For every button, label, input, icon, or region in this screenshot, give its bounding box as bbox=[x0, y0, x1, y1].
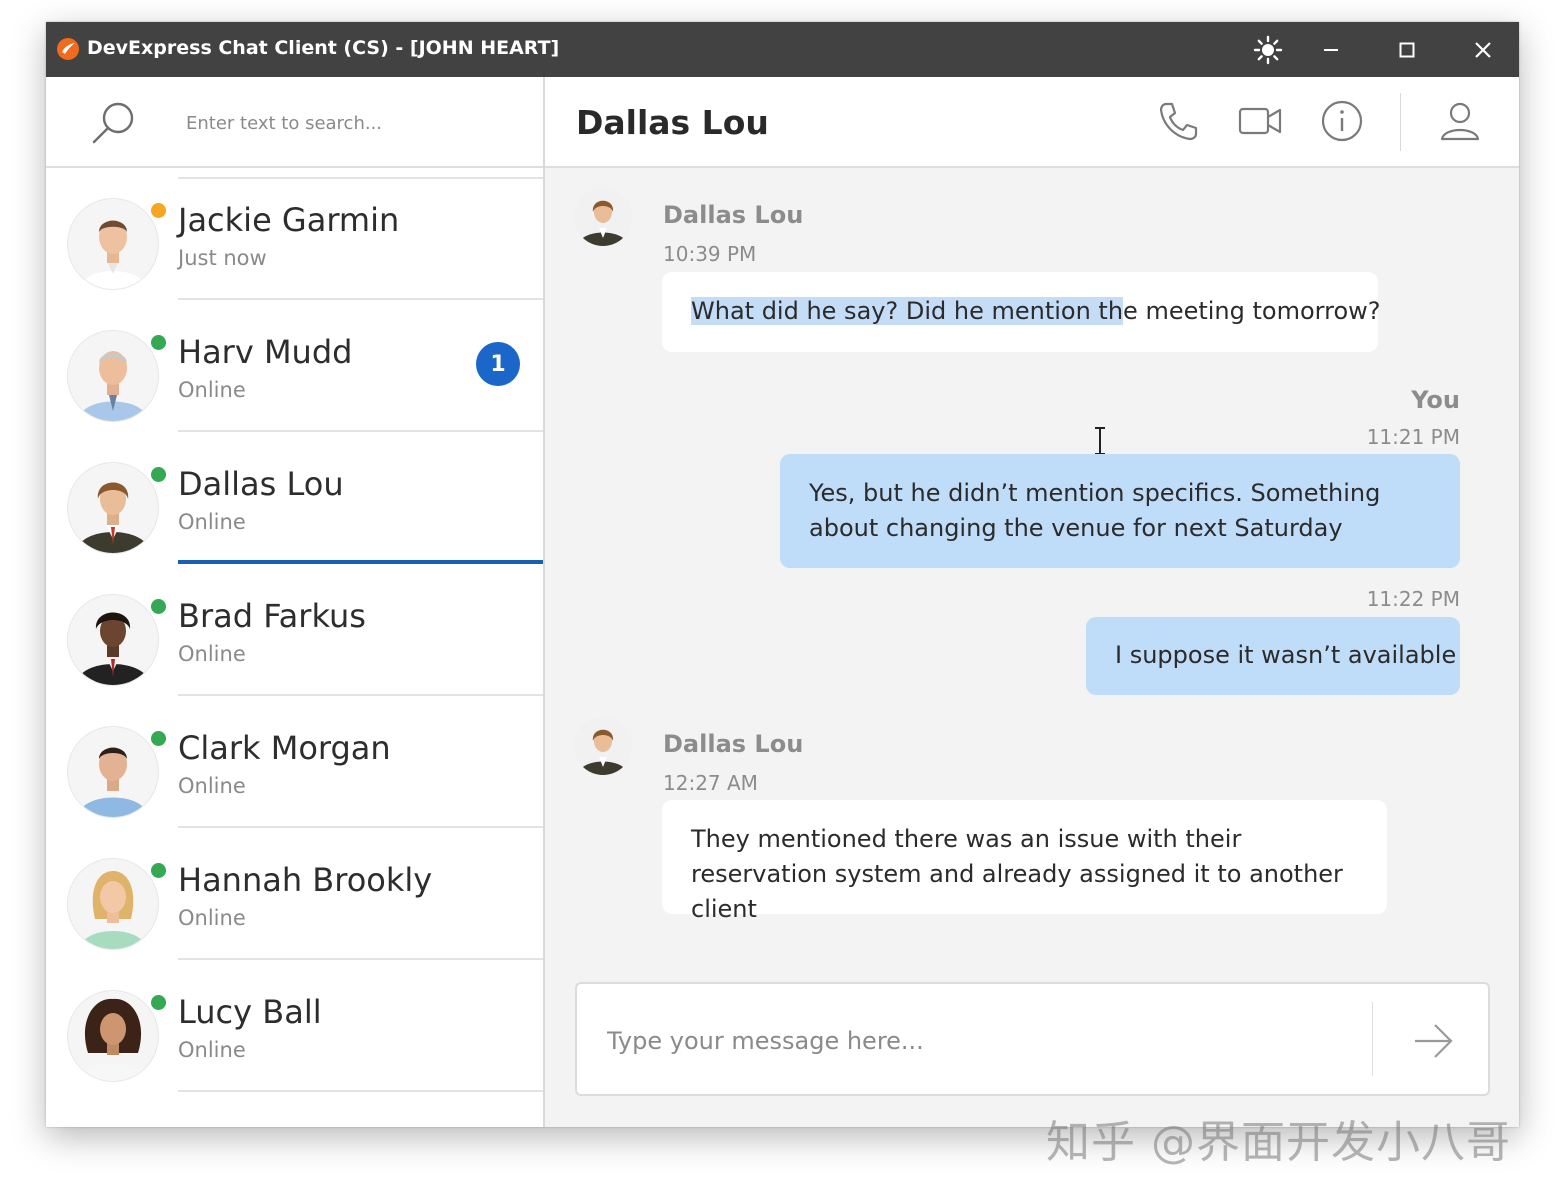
message-text: e meeting tomorrow? bbox=[1123, 297, 1381, 325]
selected-text: What did he say? Did he mention th bbox=[691, 297, 1124, 325]
text-cursor-icon bbox=[1095, 427, 1105, 455]
message-bubble-incoming[interactable]: They mentioned there was an issue with t… bbox=[662, 800, 1387, 923]
contact-item-hannah-brookly[interactable]: Hannah Brookly Online bbox=[46, 828, 543, 960]
avatar bbox=[68, 991, 158, 1081]
contact-name: Dallas Lou bbox=[178, 465, 344, 503]
composer-divider bbox=[1372, 1002, 1373, 1076]
presence-indicator bbox=[149, 201, 168, 220]
presence-indicator bbox=[149, 729, 168, 748]
header-divider bbox=[1400, 93, 1401, 151]
send-arrow-icon[interactable] bbox=[1409, 1016, 1459, 1066]
avatar bbox=[68, 331, 158, 421]
close-button[interactable] bbox=[1454, 22, 1512, 77]
contact-name: Hannah Brookly bbox=[178, 861, 433, 899]
minimize-icon bbox=[1324, 48, 1338, 51]
chat-header: Dallas Lou bbox=[545, 77, 1519, 168]
contact-status: Online bbox=[178, 510, 246, 534]
presence-indicator bbox=[149, 465, 168, 484]
message-time: 11:22 PM bbox=[1366, 587, 1460, 611]
message-time: 12:27 AM bbox=[663, 771, 758, 795]
search-bar bbox=[46, 77, 543, 168]
chat-window: DevExpress Chat Client (CS) - [JOHN HEAR… bbox=[46, 22, 1519, 1127]
contact-name: Harv Mudd bbox=[178, 333, 353, 371]
message-bubble-incoming[interactable]: What did he say? Did he mention the meet… bbox=[662, 272, 1381, 352]
contact-item-dallas-lou[interactable]: Dallas Lou Online bbox=[46, 432, 543, 564]
sender-avatar bbox=[574, 188, 632, 246]
maximize-button[interactable] bbox=[1378, 22, 1436, 77]
sender-avatar bbox=[574, 717, 632, 775]
message-bubble-outgoing[interactable]: Yes, but he didn’t mention specifics. So… bbox=[780, 454, 1460, 568]
message-author: Dallas Lou bbox=[663, 201, 804, 229]
contact-name: Jackie Garmin bbox=[178, 201, 400, 239]
contact-item-clark-morgan[interactable]: Clark Morgan Online bbox=[46, 696, 543, 828]
app-logo-icon bbox=[57, 38, 79, 60]
phone-icon[interactable] bbox=[1157, 99, 1201, 143]
user-profile-icon[interactable] bbox=[1438, 99, 1482, 143]
contact-item-harv-mudd[interactable]: Harv Mudd Online 1 bbox=[46, 300, 543, 432]
contact-status: Online bbox=[178, 642, 246, 666]
sun-icon bbox=[1253, 35, 1283, 64]
row-divider bbox=[178, 1090, 543, 1092]
contacts-sidebar: Jackie Garmin Just now Harv Mudd Online … bbox=[46, 77, 545, 1127]
avatar bbox=[68, 727, 158, 817]
message-composer bbox=[575, 982, 1490, 1096]
info-icon[interactable] bbox=[1320, 99, 1364, 143]
message-author: You bbox=[1411, 386, 1460, 414]
theme-toggle-button[interactable] bbox=[1239, 22, 1297, 77]
contact-status: Just now bbox=[178, 246, 267, 270]
close-icon bbox=[1475, 41, 1491, 58]
message-author: Dallas Lou bbox=[663, 730, 804, 758]
avatar bbox=[68, 463, 158, 553]
presence-indicator bbox=[149, 597, 168, 616]
title-bar: DevExpress Chat Client (CS) - [JOHN HEAR… bbox=[46, 22, 1519, 77]
avatar bbox=[68, 595, 158, 685]
window-title: DevExpress Chat Client (CS) - [JOHN HEAR… bbox=[87, 37, 560, 59]
search-input[interactable] bbox=[184, 105, 508, 141]
contact-status: Online bbox=[178, 906, 246, 930]
maximize-icon bbox=[1399, 42, 1415, 57]
contact-item-brad-farkus[interactable]: Brad Farkus Online bbox=[46, 564, 543, 696]
presence-indicator bbox=[149, 333, 168, 352]
avatar bbox=[68, 859, 158, 949]
watermark-text: 知乎 @界面开发小八哥 bbox=[1046, 1117, 1511, 1168]
contact-item-lucy-ball[interactable]: Lucy Ball Online bbox=[46, 960, 543, 1092]
video-camera-icon[interactable] bbox=[1238, 99, 1282, 143]
message-input[interactable] bbox=[605, 1018, 1349, 1064]
message-time: 10:39 PM bbox=[663, 242, 757, 266]
contact-status: Online bbox=[178, 378, 246, 402]
minimize-button[interactable] bbox=[1302, 22, 1360, 77]
contact-status: Online bbox=[178, 1038, 246, 1062]
contact-name: Lucy Ball bbox=[178, 993, 322, 1031]
avatar bbox=[68, 199, 158, 289]
contact-name: Clark Morgan bbox=[178, 729, 391, 767]
presence-indicator bbox=[149, 993, 168, 1012]
contact-name: Brad Farkus bbox=[178, 597, 366, 635]
search-icon[interactable] bbox=[90, 99, 138, 147]
chat-title: Dallas Lou bbox=[576, 103, 769, 142]
contact-status: Online bbox=[178, 774, 246, 798]
message-time: 11:21 PM bbox=[1366, 425, 1460, 449]
message-list: Dallas Lou 10:39 PM What did he say? Did… bbox=[545, 168, 1519, 968]
unread-count-badge: 1 bbox=[476, 342, 520, 386]
presence-indicator bbox=[149, 861, 168, 880]
message-bubble-outgoing[interactable]: I suppose it wasn’t available bbox=[1086, 617, 1460, 695]
contact-item-jackie-garmin[interactable]: Jackie Garmin Just now bbox=[46, 168, 543, 300]
